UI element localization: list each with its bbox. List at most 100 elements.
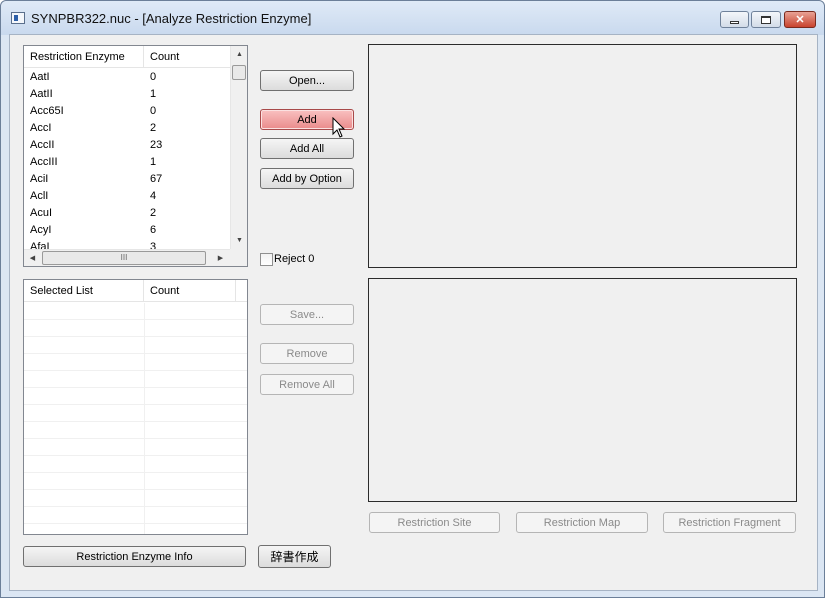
column-separator: [144, 320, 145, 337]
reject-zero-checkbox[interactable]: [260, 253, 273, 266]
list-item[interactable]: AatI 0: [24, 69, 230, 86]
remove-button[interactable]: Remove: [260, 343, 354, 364]
window-title: SYNPBR322.nuc - [Analyze Restriction Enz…: [31, 11, 312, 26]
column-header-enzyme[interactable]: Restriction Enzyme: [24, 46, 144, 68]
enzyme-count: 1: [150, 156, 157, 168]
enzyme-name: AccI: [30, 122, 52, 134]
enzyme-rows: AatI 0 AatII 1 Acc65I 0 AccI 2 AccII 23 AccIII 1 Aci…: [24, 69, 230, 249]
enzyme-count: 0: [150, 71, 157, 83]
enzyme-list[interactable]: Restriction Enzyme Count AatI 0 AatII 1 Acc6…: [23, 45, 248, 267]
table-row: [24, 524, 247, 534]
scroll-right-icon[interactable]: ▶: [212, 250, 229, 267]
table-row: [24, 456, 247, 473]
column-separator: [144, 439, 145, 456]
column-separator: [144, 524, 145, 534]
enzyme-name: AfaI: [30, 241, 50, 249]
column-separator: [144, 473, 145, 490]
column-separator: [144, 507, 145, 524]
column-separator: [144, 371, 145, 388]
app-icon: [11, 12, 25, 24]
table-row: [24, 439, 247, 456]
enzyme-list-vscroll[interactable]: ▲ ▼: [230, 46, 247, 249]
column-separator: [144, 303, 145, 320]
column-header-selected-list[interactable]: Selected List: [24, 280, 144, 302]
list-item[interactable]: AccIII 1: [24, 154, 230, 171]
list-item[interactable]: AccI 2: [24, 120, 230, 137]
scroll-thumb[interactable]: [232, 65, 246, 80]
enzyme-list-header: Restriction Enzyme Count: [24, 46, 230, 68]
close-icon: ✕: [795, 14, 805, 26]
restriction-fragment-button[interactable]: Restriction Fragment: [663, 512, 796, 533]
scroll-left-icon[interactable]: ◀: [24, 250, 41, 267]
enzyme-name: AciI: [30, 173, 49, 185]
maximize-icon: [761, 15, 771, 24]
list-item[interactable]: AatII 1: [24, 86, 230, 103]
restriction-site-button[interactable]: Restriction Site: [369, 512, 500, 533]
maximize-button[interactable]: [751, 11, 781, 28]
remove-all-button[interactable]: Remove All: [260, 374, 354, 395]
enzyme-name: AccIII: [30, 156, 58, 168]
column-separator: [144, 388, 145, 405]
enzyme-count: 67: [150, 173, 163, 185]
open-button[interactable]: Open...: [260, 70, 354, 91]
restriction-enzyme-info-button[interactable]: Restriction Enzyme Info: [23, 546, 246, 567]
table-row: [24, 490, 247, 507]
enzyme-count: 0: [150, 105, 157, 117]
reject-zero-label[interactable]: Reject 0: [274, 253, 314, 265]
close-button[interactable]: ✕: [784, 11, 816, 28]
table-row: [24, 405, 247, 422]
create-dictionary-button[interactable]: 辞書作成: [258, 545, 331, 568]
title-bar[interactable]: SYNPBR322.nuc - [Analyze Restriction Enz…: [1, 1, 824, 35]
enzyme-count: 3: [150, 241, 157, 249]
column-separator: [144, 354, 145, 371]
enzyme-count: 23: [150, 139, 163, 151]
selected-rows: [24, 303, 247, 534]
table-row: [24, 388, 247, 405]
column-header-count[interactable]: Count: [144, 46, 230, 68]
column-separator: [144, 337, 145, 354]
table-row: [24, 422, 247, 439]
hscroll-thumb[interactable]: III: [42, 251, 206, 265]
upper-display-panel: [368, 44, 797, 268]
column-separator: [144, 422, 145, 439]
enzyme-count: 4: [150, 190, 157, 202]
scroll-down-icon[interactable]: ▼: [231, 232, 248, 249]
restriction-map-button[interactable]: Restriction Map: [516, 512, 648, 533]
table-row: [24, 337, 247, 354]
scroll-corner: [230, 249, 247, 266]
column-header-count[interactable]: Count: [144, 280, 236, 302]
enzyme-count: 2: [150, 122, 157, 134]
enzyme-list-hscroll[interactable]: ◀ III ▶: [24, 249, 230, 266]
selected-list[interactable]: Selected List Count: [23, 279, 248, 535]
enzyme-name: AclI: [30, 190, 49, 202]
enzyme-count: 1: [150, 88, 157, 100]
mouse-cursor-icon: [332, 117, 346, 138]
add-by-option-button[interactable]: Add by Option: [260, 168, 354, 189]
scroll-up-icon[interactable]: ▲: [231, 46, 248, 63]
enzyme-name: AcyI: [30, 224, 52, 236]
list-item[interactable]: AfaI 3: [24, 239, 230, 249]
list-item[interactable]: AccII 23: [24, 137, 230, 154]
add-all-button[interactable]: Add All: [260, 138, 354, 159]
selected-list-header: Selected List Count: [24, 280, 247, 302]
table-row: [24, 303, 247, 320]
column-separator: [144, 405, 145, 422]
lower-display-panel: [368, 278, 797, 502]
column-separator: [144, 456, 145, 473]
list-item[interactable]: AcuI 2: [24, 205, 230, 222]
save-button[interactable]: Save...: [260, 304, 354, 325]
enzyme-name: AatII: [30, 88, 53, 100]
list-item[interactable]: Acc65I 0: [24, 103, 230, 120]
enzyme-count: 6: [150, 224, 157, 236]
enzyme-name: AcuI: [30, 207, 53, 219]
table-row: [24, 371, 247, 388]
list-item[interactable]: AclI 4: [24, 188, 230, 205]
list-item[interactable]: AcyI 6: [24, 222, 230, 239]
list-item[interactable]: AciI 67: [24, 171, 230, 188]
enzyme-name: Acc65I: [30, 105, 64, 117]
enzyme-name: AccII: [30, 139, 55, 151]
minimize-button[interactable]: [720, 11, 749, 28]
table-row: [24, 320, 247, 337]
main-window: SYNPBR322.nuc - [Analyze Restriction Enz…: [0, 0, 825, 598]
enzyme-name: AatI: [30, 71, 50, 83]
